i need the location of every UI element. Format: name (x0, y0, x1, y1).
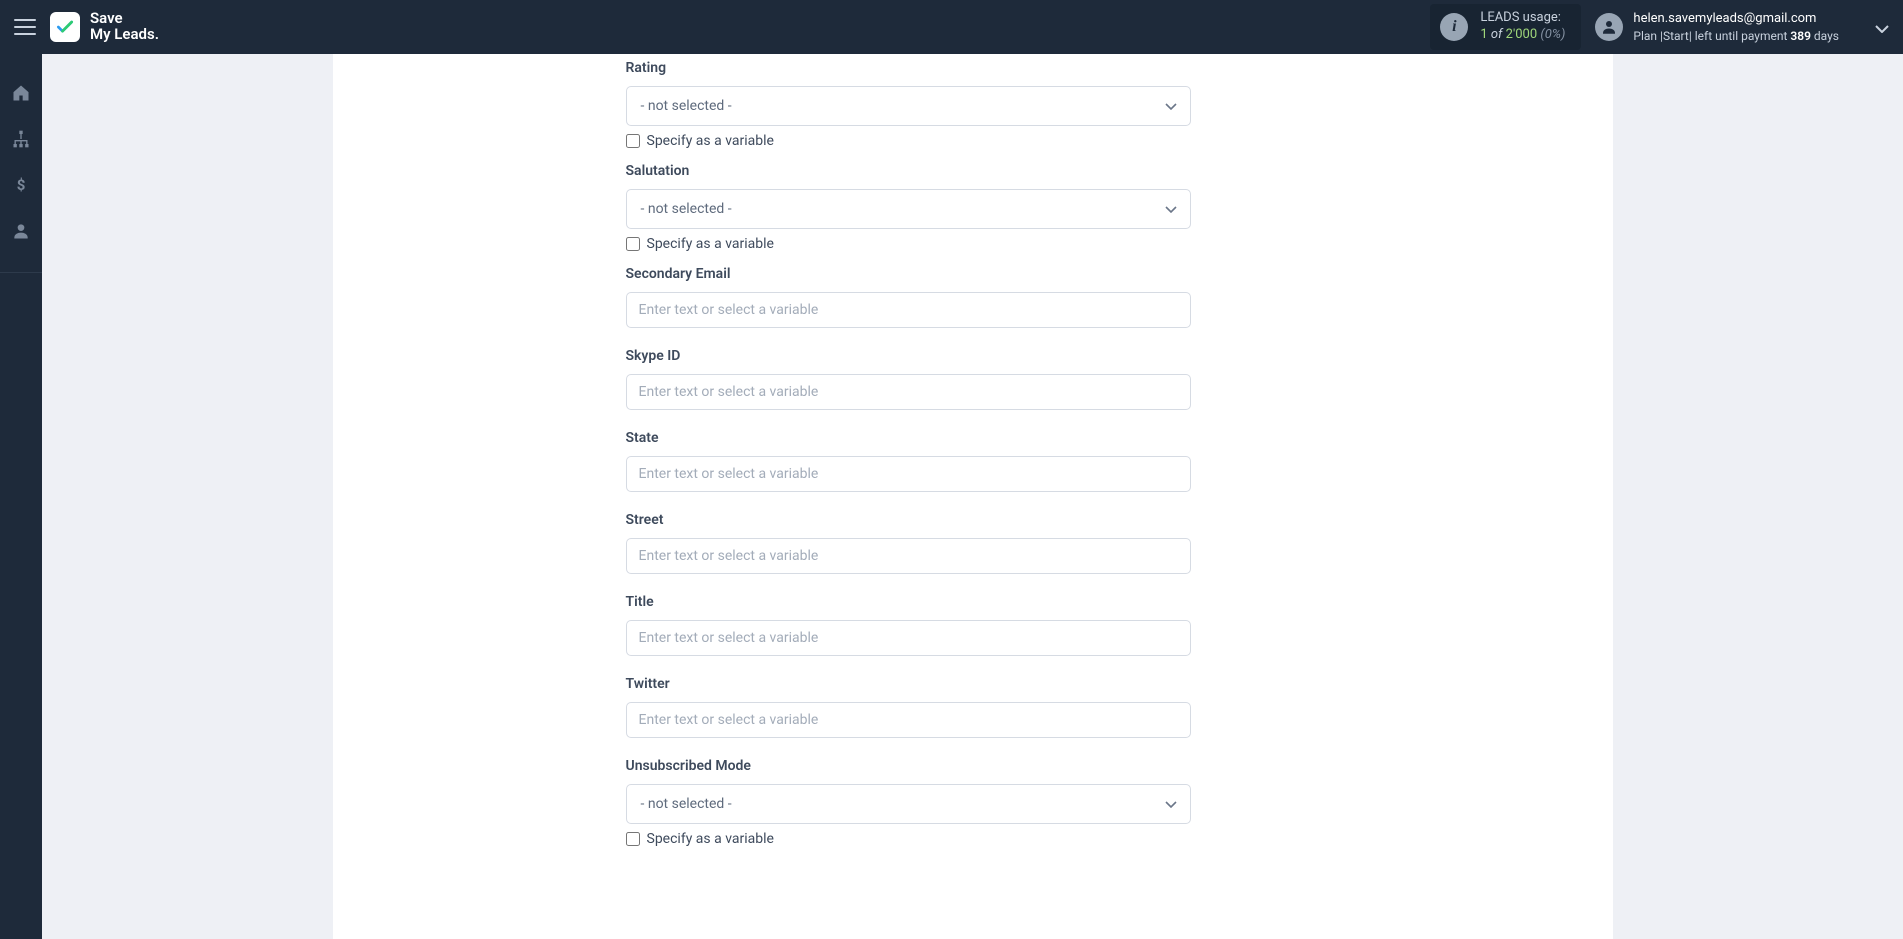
sidebar: $ (0, 54, 42, 939)
field-rating: Rating - not selected - Specify as a var… (626, 60, 1191, 149)
header-caret-icon[interactable] (1875, 18, 1889, 37)
input-skype-id[interactable] (626, 374, 1191, 410)
label-secondary-email: Secondary Email (626, 266, 1191, 282)
input-state[interactable] (626, 456, 1191, 492)
field-street: Street (626, 512, 1191, 574)
input-title[interactable] (626, 620, 1191, 656)
checkbox-label-salutation[interactable]: Specify as a variable (647, 236, 774, 252)
input-secondary-email[interactable] (626, 292, 1191, 328)
checkbox-label-rating[interactable]: Specify as a variable (647, 133, 774, 149)
label-twitter: Twitter (626, 676, 1191, 692)
label-skype-id: Skype ID (626, 348, 1191, 364)
input-street[interactable] (626, 538, 1191, 574)
sidebar-separator (0, 272, 42, 273)
field-title: Title (626, 594, 1191, 656)
label-title: Title (626, 594, 1191, 610)
field-secondary-email: Secondary Email (626, 266, 1191, 328)
label-state: State (626, 430, 1191, 446)
checkbox-unsubscribed-variable[interactable] (626, 832, 640, 846)
checkbox-label-unsubscribed[interactable]: Specify as a variable (647, 831, 774, 847)
svg-text:$: $ (17, 176, 26, 194)
menu-toggle[interactable] (14, 19, 36, 35)
main: Rating - not selected - Specify as a var… (42, 54, 1903, 939)
info-icon: i (1440, 13, 1468, 41)
topbar: Save My Leads. i LEADS usage: 1 of 2'000… (0, 0, 1903, 54)
select-salutation[interactable]: - not selected - (626, 189, 1191, 229)
label-unsubscribed-mode: Unsubscribed Mode (626, 758, 1191, 774)
logo-icon (50, 12, 80, 42)
sidebar-home[interactable] (10, 82, 32, 104)
field-skype-id: Skype ID (626, 348, 1191, 410)
usage-text: LEADS usage: 1 of 2'000 (0%) (1480, 10, 1565, 44)
select-unsubscribed-mode[interactable]: - not selected - (626, 784, 1191, 824)
sidebar-billing[interactable]: $ (10, 174, 32, 196)
chevron-down-icon (1165, 796, 1177, 812)
checkbox-salutation-variable[interactable] (626, 237, 640, 251)
label-rating: Rating (626, 60, 1191, 76)
avatar-icon (1595, 13, 1623, 41)
chevron-down-icon (1165, 98, 1177, 114)
usage-box[interactable]: i LEADS usage: 1 of 2'000 (0%) (1430, 4, 1581, 50)
input-twitter[interactable] (626, 702, 1191, 738)
form-panel: Rating - not selected - Specify as a var… (333, 54, 1613, 939)
label-salutation: Salutation (626, 163, 1191, 179)
field-state: State (626, 430, 1191, 492)
field-twitter: Twitter (626, 676, 1191, 738)
label-street: Street (626, 512, 1191, 528)
field-salutation: Salutation - not selected - Specify as a… (626, 163, 1191, 252)
user-menu[interactable]: helen.savemyleads@gmail.com Plan |Start|… (1595, 10, 1839, 44)
sidebar-connections[interactable] (10, 128, 32, 150)
user-text: helen.savemyleads@gmail.com Plan |Start|… (1633, 10, 1839, 44)
chevron-down-icon (1165, 201, 1177, 217)
select-rating[interactable]: - not selected - (626, 86, 1191, 126)
logo[interactable]: Save My Leads. (50, 11, 159, 43)
field-unsubscribed-mode: Unsubscribed Mode - not selected - Speci… (626, 758, 1191, 847)
checkbox-rating-variable[interactable] (626, 134, 640, 148)
sidebar-account[interactable] (10, 220, 32, 242)
logo-text: Save My Leads. (90, 11, 159, 43)
